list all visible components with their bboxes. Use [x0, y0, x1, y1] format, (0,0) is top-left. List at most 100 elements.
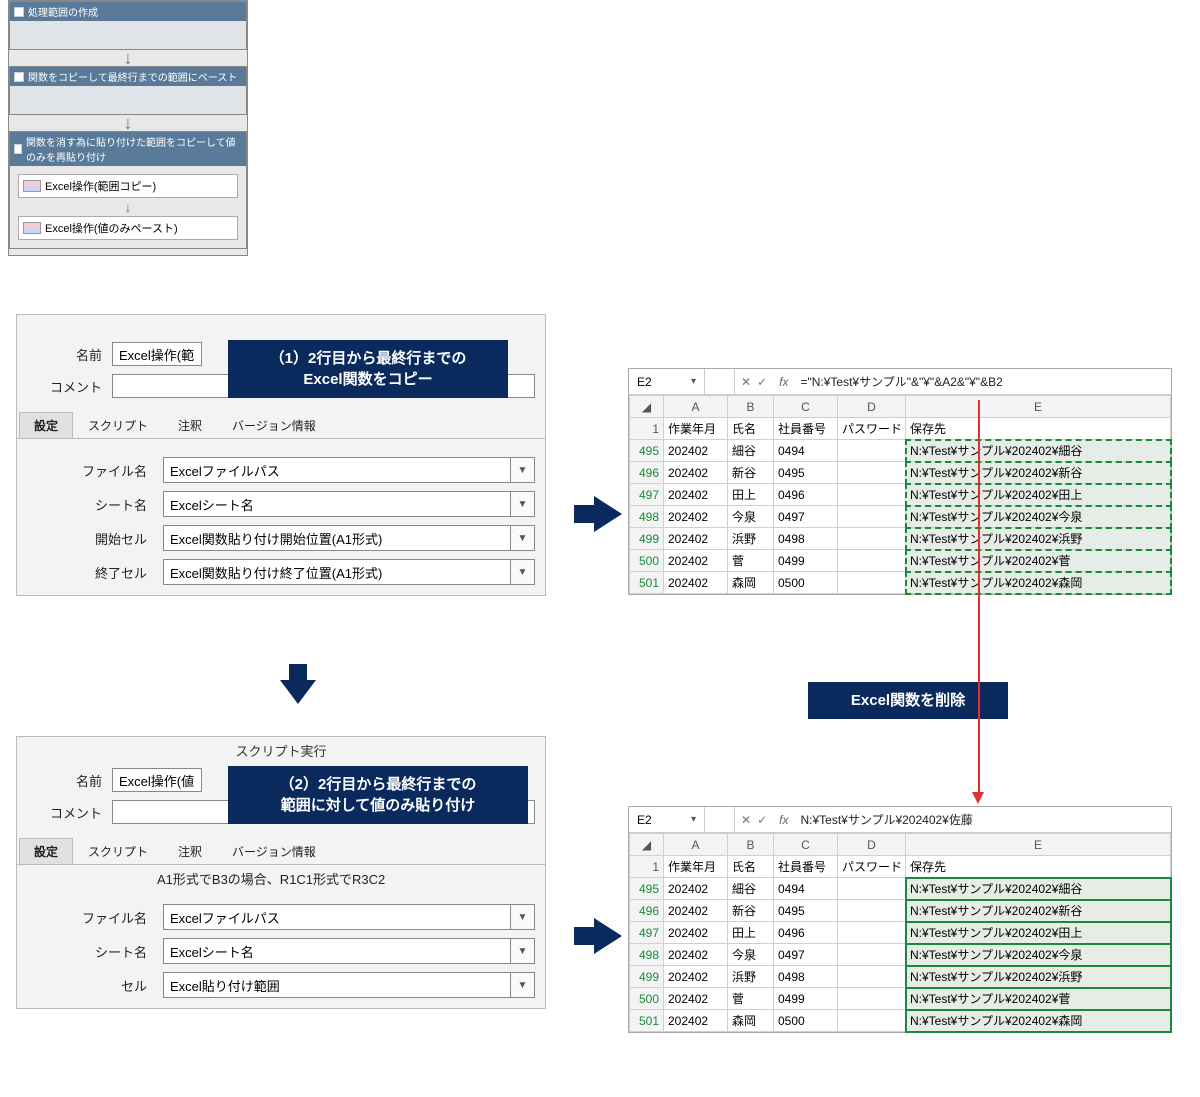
sheet-label: シート名	[27, 942, 157, 961]
cell-name-box[interactable]: E2 ▾	[629, 807, 705, 832]
file-label: ファイル名	[27, 908, 157, 927]
tab-script[interactable]: スクリプト	[73, 412, 163, 438]
table-row[interactable]: 495202402細谷0494N:¥Test¥サンプル¥202402¥細谷	[630, 878, 1171, 900]
col-header-a[interactable]: A	[664, 834, 728, 856]
flow-node-1-title: 処理範囲の作成	[28, 4, 98, 19]
panel2-tabs: 設定 スクリプト 注釈 バージョン情報	[17, 838, 545, 865]
col-header-b[interactable]: B	[728, 834, 774, 856]
excel1-grid[interactable]: ◢ A B C D E 1 作業年月 氏名 社員番号 パスワード 保存先 495…	[629, 395, 1171, 594]
table-row[interactable]: 499202402浜野0498N:¥Test¥サンプル¥202402¥浜野	[630, 966, 1171, 988]
file-dropdown[interactable]: Excelファイルパス ▼	[163, 457, 535, 483]
cell-name-box[interactable]: E2 ▾	[629, 369, 705, 394]
square-icon	[14, 144, 22, 154]
table-row[interactable]: 498202402今泉0497N:¥Test¥サンプル¥202402¥今泉	[630, 506, 1171, 528]
comment-label: コメント	[27, 377, 112, 396]
table-row[interactable]: 501202402森岡0500N:¥Test¥サンプル¥202402¥森岡	[630, 1010, 1171, 1032]
arrow-right-icon	[594, 496, 622, 532]
tab-version[interactable]: バージョン情報	[217, 838, 331, 864]
col-header-c[interactable]: C	[774, 834, 838, 856]
chevron-down-icon[interactable]: ▼	[510, 458, 534, 482]
formula-bar[interactable]: ="N:¥Test¥サンプル"&"¥"&A2&"¥"&B2	[794, 369, 1171, 394]
sheet-dropdown[interactable]: Excelシート名 ▼	[163, 938, 535, 964]
endcell-dropdown[interactable]: Excel関数貼り付け終了位置(A1形式) ▼	[163, 559, 535, 585]
col-header-a[interactable]: A	[664, 396, 728, 418]
cell-dropdown[interactable]: Excel貼り付け範囲 ▼	[163, 972, 535, 998]
tab-settings[interactable]: 設定	[19, 838, 73, 864]
col-header-c[interactable]: C	[774, 396, 838, 418]
arrow-right-icon	[594, 918, 622, 954]
arrow-down-icon	[280, 680, 316, 704]
sheet-dropdown[interactable]: Excelシート名 ▼	[163, 491, 535, 517]
table-row[interactable]: 498202402今泉0497N:¥Test¥サンプル¥202402¥今泉	[630, 944, 1171, 966]
table-row[interactable]: 500202402菅0499N:¥Test¥サンプル¥202402¥菅	[630, 550, 1171, 572]
square-icon	[14, 72, 24, 82]
table-row[interactable]: 501202402森岡0500N:¥Test¥サンプル¥202402¥森岡	[630, 572, 1171, 594]
flow-inner-copy-label: Excel操作(範囲コピー)	[45, 178, 156, 194]
formula-bar[interactable]: N:¥Test¥サンプル¥202402¥佐藤	[794, 807, 1171, 832]
cancel-icon[interactable]: ✕	[741, 813, 751, 827]
flow-node-3[interactable]: 関数を消す為に貼り付けた範囲をコピーして値のみを再貼り付け Excel操作(範囲…	[9, 131, 247, 249]
chevron-down-icon[interactable]: ▼	[510, 492, 534, 516]
excel2-grid[interactable]: ◢ A B C D E 1 作業年月 氏名 社員番号 パスワード 保存先 495…	[629, 833, 1171, 1032]
callout-2: （2）2行目から最終行までの 範囲に対して値のみ貼り付け	[228, 766, 528, 824]
name-field[interactable]: Excel操作(値	[112, 768, 202, 792]
arrow-down-icon: ↓	[10, 202, 246, 212]
flow-node-2[interactable]: 関数をコピーして最終行までの範囲にペースト	[9, 66, 247, 115]
flow-node-1[interactable]: 処理範囲の作成	[9, 1, 247, 50]
table-row[interactable]: 499202402浜野0498N:¥Test¥サンプル¥202402¥浜野	[630, 528, 1171, 550]
flow-inner-paste[interactable]: Excel操作(値のみペースト)	[18, 216, 238, 240]
col-header-e[interactable]: E	[906, 396, 1171, 418]
chevron-down-icon[interactable]: ▼	[510, 526, 534, 550]
flow-inner-copy[interactable]: Excel操作(範囲コピー)	[18, 174, 238, 198]
startcell-dropdown[interactable]: Excel関数貼り付け開始位置(A1形式) ▼	[163, 525, 535, 551]
sheet-label: シート名	[27, 495, 157, 514]
file-dropdown[interactable]: Excelファイルパス ▼	[163, 904, 535, 930]
formula-icons: ✕✓	[735, 369, 773, 394]
panel2-note: A1形式でB3の場合、R1C1形式でR3C2	[17, 865, 545, 892]
endcell-label: 終了セル	[27, 563, 157, 582]
table-row[interactable]: 497202402田上0496N:¥Test¥サンプル¥202402¥田上	[630, 922, 1171, 944]
chevron-down-icon[interactable]: ▾	[691, 376, 696, 387]
cell-label: セル	[27, 976, 157, 995]
flow-node-3-title: 関数を消す為に貼り付けた範囲をコピーして値のみを再貼り付け	[26, 134, 242, 164]
table-row[interactable]: 497202402田上0496N:¥Test¥サンプル¥202402¥田上	[630, 484, 1171, 506]
col-header-d[interactable]: D	[838, 834, 906, 856]
arrow-down-icon: ↓	[9, 50, 247, 66]
tab-notes[interactable]: 注釈	[163, 412, 217, 438]
table-row[interactable]: 495202402細谷0494N:¥Test¥サンプル¥202402¥細谷	[630, 440, 1171, 462]
square-icon	[14, 7, 24, 17]
col-header-e[interactable]: E	[906, 834, 1171, 856]
chevron-down-icon[interactable]: ▾	[691, 814, 696, 825]
col-header-b[interactable]: B	[728, 396, 774, 418]
table-row[interactable]: 496202402新谷0495N:¥Test¥サンプル¥202402¥新谷	[630, 462, 1171, 484]
col-header-d[interactable]: D	[838, 396, 906, 418]
chevron-down-icon[interactable]: ▼	[510, 560, 534, 584]
chevron-down-icon[interactable]: ▼	[510, 905, 534, 929]
tab-notes[interactable]: 注釈	[163, 838, 217, 864]
panel2-title: スクリプト実行	[17, 737, 545, 764]
tab-script[interactable]: スクリプト	[73, 838, 163, 864]
vbs-icon	[23, 222, 41, 234]
table-row[interactable]: 500202402菅0499N:¥Test¥サンプル¥202402¥菅	[630, 988, 1171, 1010]
arrow-down-icon: ↓	[9, 115, 247, 131]
excel-pane-1: E2 ▾ ✕✓ fx ="N:¥Test¥サンプル"&"¥"&A2&"¥"&B2…	[628, 368, 1172, 595]
callout-1: （1）2行目から最終行までの Excel関数をコピー	[228, 340, 508, 398]
select-all-corner[interactable]: ◢	[630, 396, 664, 418]
select-all-corner[interactable]: ◢	[630, 834, 664, 856]
excel-pane-2: E2 ▾ ✕ ✓ fx N:¥Test¥サンプル¥202402¥佐藤 ◢ A B …	[628, 806, 1172, 1033]
tab-version[interactable]: バージョン情報	[217, 412, 331, 438]
check-icon[interactable]: ✓	[757, 813, 767, 827]
red-arrow-head-icon	[972, 792, 984, 804]
chevron-down-icon[interactable]: ▼	[510, 939, 534, 963]
check-icon[interactable]: ✓	[757, 375, 767, 389]
fx-icon[interactable]: fx	[773, 369, 794, 394]
name-field[interactable]: Excel操作(範	[112, 342, 202, 366]
chevron-down-icon[interactable]: ▼	[510, 973, 534, 997]
file-label: ファイル名	[27, 461, 157, 480]
fx-icon[interactable]: fx	[773, 807, 794, 832]
cancel-icon[interactable]: ✕	[741, 375, 751, 389]
table-row[interactable]: 496202402新谷0495N:¥Test¥サンプル¥202402¥新谷	[630, 900, 1171, 922]
table-row: 1 作業年月 氏名 社員番号 パスワード 保存先	[630, 856, 1171, 878]
tab-settings[interactable]: 設定	[19, 412, 73, 438]
red-arrow-line	[978, 400, 980, 794]
